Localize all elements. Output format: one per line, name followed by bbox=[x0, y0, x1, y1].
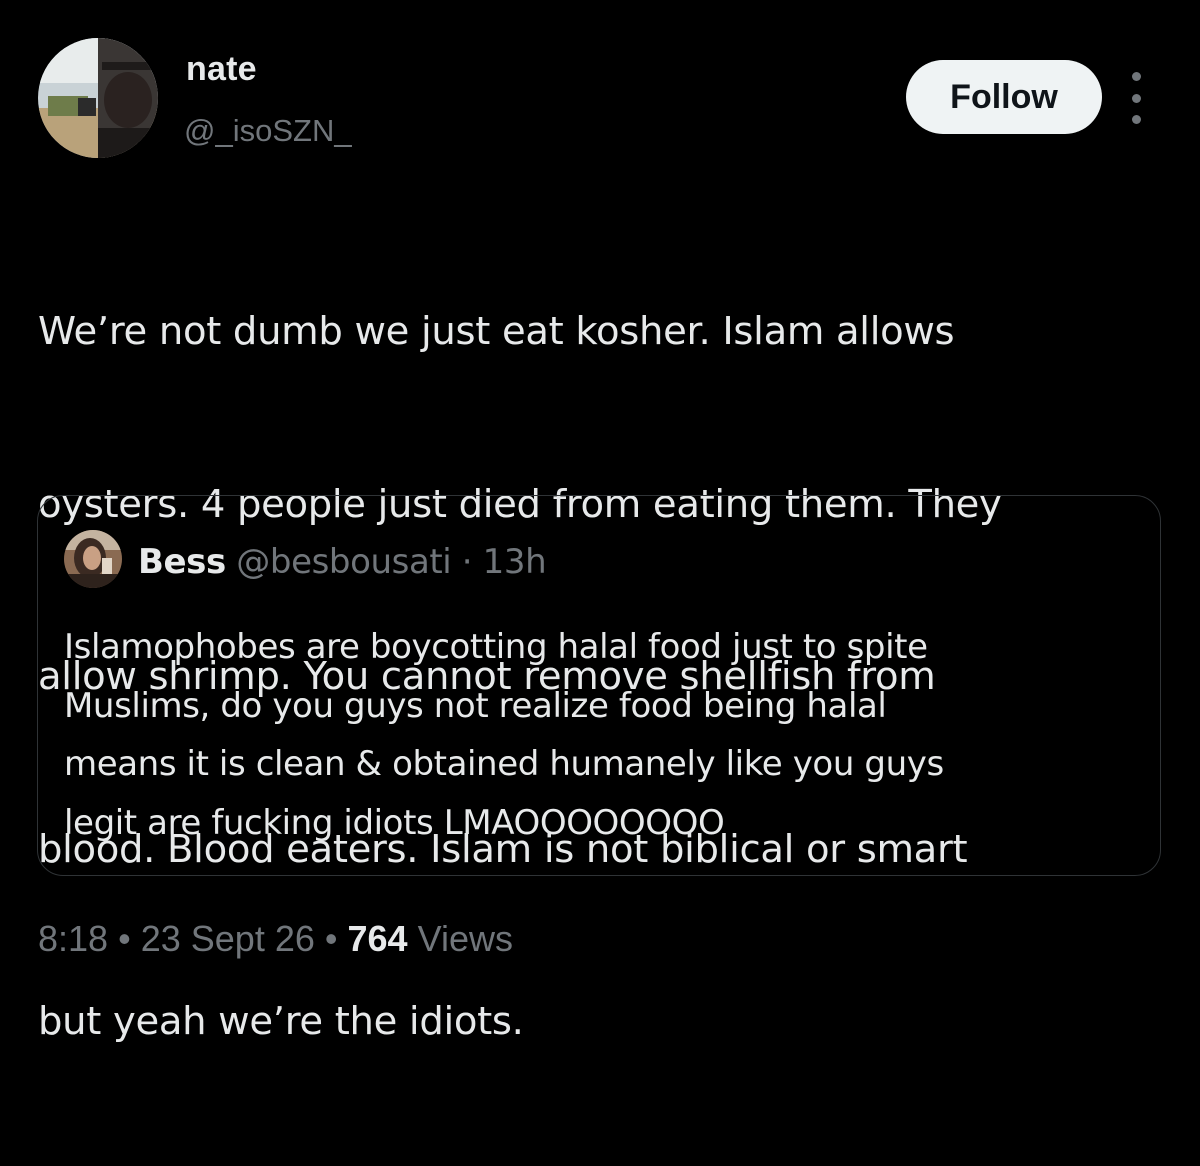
more-dot bbox=[1131, 93, 1141, 103]
meta-dot: • bbox=[324, 918, 338, 959]
quote-text-line: means it is clean & obtained humanely li… bbox=[64, 744, 944, 784]
more-dot bbox=[1131, 72, 1141, 81]
author-handle[interactable]: @_isoSZN_ bbox=[184, 113, 352, 149]
quote-separator: · bbox=[461, 542, 473, 582]
tweet-text-line: We’re not dumb we just eat kosher. Islam… bbox=[38, 309, 955, 354]
quote-author-avatar[interactable] bbox=[64, 530, 122, 588]
quote-author-handle[interactable]: @besbousati bbox=[236, 542, 451, 582]
quoted-tweet[interactable]: Bess @besbousati · 13h Islamophobes are … bbox=[37, 495, 1161, 876]
more-vertical-icon[interactable] bbox=[1120, 72, 1152, 124]
more-dot bbox=[1131, 115, 1141, 124]
quote-header: Bess @besbousati · 13h bbox=[138, 542, 547, 582]
quote-text-line: legit are fucking idiots LMAOOOOOOOO bbox=[64, 802, 725, 843]
views-count: 764 bbox=[347, 918, 408, 959]
quote-text: Islamophobes are boycotting halal food j… bbox=[64, 618, 1144, 852]
author-name[interactable]: nate bbox=[186, 50, 257, 89]
quote-text-line: Islamophobes are boycotting halal food j… bbox=[64, 627, 928, 667]
tweet-meta: 8:18 • 23 Sept 26 • 764 Views bbox=[38, 918, 513, 960]
tweet-time[interactable]: 8:18 bbox=[38, 918, 108, 959]
quote-timestamp[interactable]: 13h bbox=[483, 542, 547, 582]
author-avatar[interactable] bbox=[38, 38, 158, 158]
tweet: nate @_isoSZN_ Follow We’re not dumb we … bbox=[0, 0, 1200, 1044]
follow-button[interactable]: Follow bbox=[906, 60, 1102, 134]
tweet-date[interactable]: 23 Sept 26 bbox=[141, 918, 315, 959]
quote-author-name[interactable]: Bess bbox=[138, 542, 226, 582]
quote-text-line: Muslims, do you guys not realize food be… bbox=[64, 685, 887, 726]
meta-dot: • bbox=[118, 918, 131, 959]
views-label: Views bbox=[417, 918, 513, 959]
